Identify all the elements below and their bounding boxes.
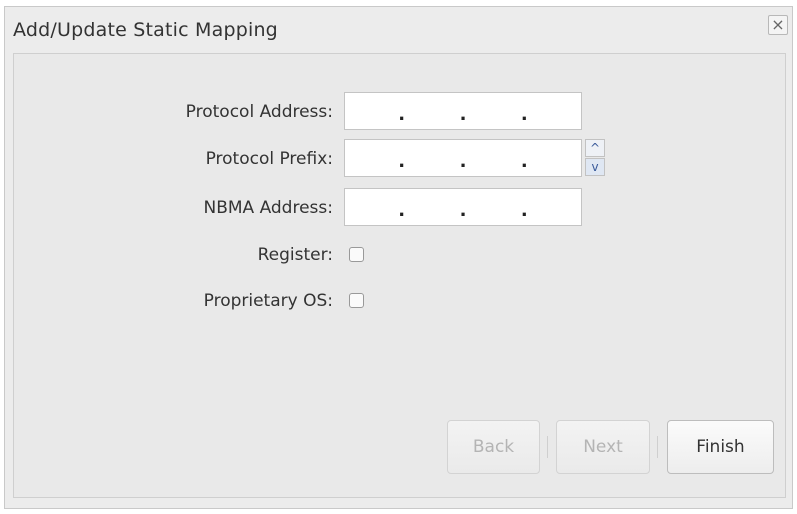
nbma-address-row: NBMA Address: . . . (14, 188, 785, 228)
nbma-address-octet-3[interactable] (467, 188, 520, 226)
protocol-address-octet-3[interactable] (467, 92, 520, 130)
protocol-address-octet-4[interactable] (528, 92, 581, 130)
octet-separator: . (520, 200, 528, 221)
register-label: Register: (257, 245, 333, 265)
protocol-address-octet-1[interactable] (345, 92, 397, 130)
octet-separator: . (459, 104, 467, 125)
close-icon[interactable]: × (768, 15, 788, 35)
register-checkbox[interactable] (349, 247, 364, 262)
register-row: Register: (14, 242, 785, 282)
dialog-title: Add/Update Static Mapping (13, 19, 278, 41)
protocol-prefix-row: Protocol Prefix: . . . ^ v (14, 139, 785, 179)
button-divider (657, 436, 658, 458)
protocol-address-row: Protocol Address: . . . (14, 92, 785, 132)
octet-separator: . (398, 104, 406, 125)
proprietary-os-label: Proprietary OS: (203, 291, 333, 311)
protocol-prefix-input[interactable]: . . . (344, 139, 582, 177)
octet-separator: . (398, 200, 406, 221)
protocol-prefix-octet-1[interactable] (345, 139, 397, 177)
finish-button[interactable]: Finish (667, 420, 774, 474)
protocol-prefix-octet-3[interactable] (467, 139, 520, 177)
nbma-address-label: NBMA Address: (203, 198, 333, 218)
protocol-prefix-octet-4[interactable] (528, 139, 581, 177)
octet-separator: . (520, 104, 528, 125)
protocol-address-octet-2[interactable] (406, 92, 459, 130)
button-divider (547, 436, 548, 458)
static-mapping-dialog: Add/Update Static Mapping × Protocol Add… (4, 6, 793, 509)
proprietary-os-row: Proprietary OS: (14, 288, 785, 328)
protocol-prefix-octet-2[interactable] (406, 139, 459, 177)
spin-up-icon[interactable]: ^ (585, 139, 605, 157)
nbma-address-octet-2[interactable] (406, 188, 459, 226)
dialog-titlebar: Add/Update Static Mapping × (5, 7, 792, 51)
proprietary-os-checkbox[interactable] (349, 293, 364, 308)
form-panel: Protocol Address: . . . Protocol Prefix:… (13, 53, 786, 498)
nbma-address-input[interactable]: . . . (344, 188, 582, 226)
protocol-prefix-spinner: ^ v (585, 139, 607, 178)
octet-separator: . (520, 151, 528, 172)
nbma-address-octet-1[interactable] (345, 188, 397, 226)
octet-separator: . (398, 151, 406, 172)
octet-separator: . (459, 200, 467, 221)
next-button[interactable]: Next (556, 420, 650, 474)
back-button[interactable]: Back (447, 420, 540, 474)
protocol-address-label: Protocol Address: (185, 102, 333, 122)
protocol-prefix-label: Protocol Prefix: (205, 149, 333, 169)
spin-down-icon[interactable]: v (585, 158, 605, 176)
protocol-address-input[interactable]: . . . (344, 92, 582, 130)
octet-separator: . (459, 151, 467, 172)
nbma-address-octet-4[interactable] (528, 188, 581, 226)
